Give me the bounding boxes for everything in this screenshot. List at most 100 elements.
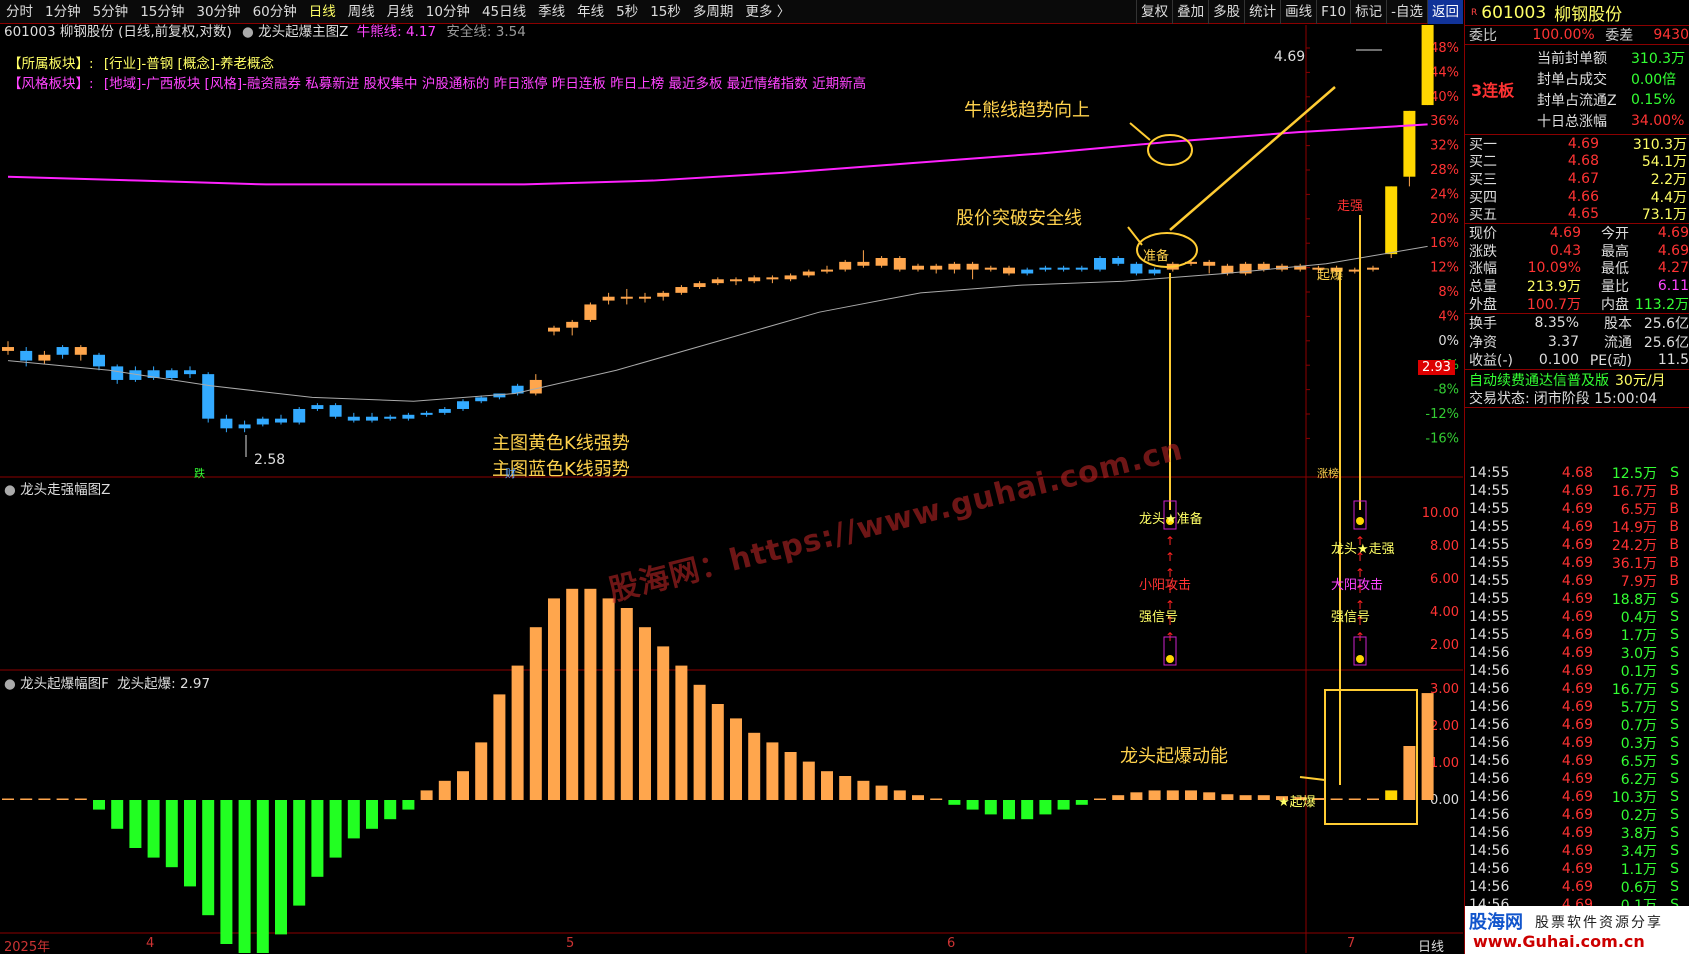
tick-volume: 0.2万 (1620, 808, 1657, 824)
burst-box (1324, 689, 1418, 825)
energy-bar (1130, 792, 1143, 800)
tick-direction: B (1669, 519, 1679, 535)
tick-direction: B (1669, 501, 1679, 517)
bid-row[interactable]: 买三 4.67 2.2万 (1465, 170, 1689, 188)
tick-price: 4.69 (1561, 771, 1593, 787)
candle-body (457, 401, 469, 409)
tool-button-0[interactable]: 复权 (1136, 0, 1172, 24)
event-mark-1[interactable]: 跌 (194, 465, 205, 481)
energy-bar (1185, 790, 1197, 800)
candle-body (1257, 263, 1270, 270)
tick-direction: S (1670, 789, 1679, 805)
event-mark-2[interactable]: 财 (505, 465, 516, 481)
weicha-value: 9430 (1653, 27, 1689, 43)
energy-bar (984, 800, 997, 815)
tick-list[interactable]: 14:55 4.68 12.5万 S 14:55 4.69 16.7万 B 14:55 4.69 6… (1465, 464, 1689, 914)
energy-bar (93, 800, 105, 810)
tick-price: 4.69 (1561, 591, 1593, 607)
tick-time: 14:55 (1469, 501, 1510, 517)
period-tab-15[interactable]: 多周期 (687, 0, 740, 24)
tick-volume: 6.5万 (1620, 502, 1657, 518)
sub2-collapse-icon[interactable]: ● (4, 676, 16, 692)
candle-body (784, 275, 797, 280)
candle-body (912, 265, 924, 270)
tool-button-5[interactable]: F10 (1316, 0, 1350, 24)
period-tab-13[interactable]: 5秒 (610, 0, 644, 24)
candle-body (293, 408, 306, 423)
tool-button-6[interactable]: 标记 (1350, 0, 1386, 24)
promo-price[interactable]: 30元/月 (1615, 370, 1666, 390)
period-tab-11[interactable]: 季线 (532, 0, 571, 24)
tick-price: 4.69 (1561, 879, 1593, 895)
breakout-arrow (1169, 86, 1336, 231)
safe-line-label: 安全线: (446, 24, 492, 40)
event-mark-3[interactable]: 涨榜 (1317, 465, 1339, 481)
tick-price: 4.69 (1561, 681, 1593, 697)
period-tab-0[interactable]: 分时 (0, 0, 39, 24)
sub2-header: ● 龙头起爆幅图F 龙头起爆: 2.97 (4, 672, 210, 692)
period-tab-9[interactable]: 10分钟 (420, 0, 476, 24)
tick-volume: 16.7万 (1611, 682, 1657, 698)
stock-title: 601003 柳钢股份 (日线,前复权,对数) (4, 24, 232, 40)
tick-row: 14:56 4.69 10.3万 S (1465, 788, 1689, 806)
energy-bar (748, 732, 761, 800)
candle-body (202, 374, 215, 419)
tick-volume: 1.7万 (1620, 628, 1657, 644)
seal-value: 34.00% (1631, 112, 1685, 129)
period-tab-14[interactable]: 15秒 (644, 0, 687, 24)
period-tab-7[interactable]: 周线 (342, 0, 381, 24)
tick-direction: B (1669, 537, 1679, 553)
bid-row[interactable]: 买四 4.66 4.4万 (1465, 188, 1689, 206)
tick-volume: 6.2万 (1620, 772, 1657, 788)
energy-bar (511, 665, 524, 800)
sub2-burst-text: ★起爆 (1278, 795, 1316, 810)
promo-text[interactable]: 自动续费通达信普及版 (1469, 370, 1609, 390)
collapse-icon[interactable]: ● (242, 24, 254, 40)
fund-label: 收益(-) (1469, 353, 1513, 370)
burst-tag: 起爆 (1317, 268, 1344, 283)
candle-body (584, 304, 597, 320)
bid-volume: 73.1万 (1641, 207, 1687, 224)
candle-body (529, 379, 542, 394)
kline-chart[interactable]: 48%44%40%36%32%28%24%20%16%12%8%4%0%-4%-… (0, 25, 1463, 953)
x-axis-period[interactable]: 日线 (1418, 936, 1444, 954)
main-axis-label: 16% (1430, 236, 1459, 251)
energy-bar (693, 684, 706, 800)
period-tab-3[interactable]: 15分钟 (134, 0, 190, 24)
tool-button-1[interactable]: 叠加 (1172, 0, 1208, 24)
energy-bar (366, 800, 378, 829)
period-tab-1[interactable]: 1分钟 (39, 0, 87, 24)
tool-button-2[interactable]: 多股 (1208, 0, 1244, 24)
candle-body (1385, 186, 1398, 255)
sub2-axis-label: 2.00 (1430, 719, 1459, 734)
energy-bar (475, 742, 488, 800)
tick-time: 14:56 (1469, 717, 1510, 733)
tool-button-3[interactable]: 统计 (1244, 0, 1280, 24)
period-tab-5[interactable]: 60分钟 (247, 0, 303, 24)
tick-price: 4.69 (1561, 843, 1593, 859)
period-tab-2[interactable]: 5分钟 (87, 0, 135, 24)
period-tab-4[interactable]: 30分钟 (190, 0, 246, 24)
promo-row[interactable]: 自动续费通达信普及版 30元/月 (1465, 370, 1689, 389)
period-tab-16[interactable]: 更多 〉 (739, 0, 796, 24)
tool-button-8[interactable]: 返回 (1427, 0, 1463, 24)
chart-area[interactable]: 48%44%40%36%32%28%24%20%16%12%8%4%0%-4%-… (0, 24, 1463, 954)
tick-row: 14:55 4.69 0.4万 S (1465, 608, 1689, 626)
tool-button-4[interactable]: 画线 (1280, 0, 1316, 24)
energy-bar (129, 800, 142, 848)
bid-row[interactable]: 买一 4.69 310.3万 (1465, 135, 1689, 153)
fund-stats: 换手 8.35% 股本 25.6亿 净资 3.37 流通 25.6亿 收益(-) 0.100 PE(… (1465, 314, 1689, 371)
tool-button-7[interactable]: -自选 (1386, 0, 1427, 24)
energy-bar (1039, 800, 1052, 815)
period-tab-8[interactable]: 月线 (381, 0, 420, 24)
period-tab-12[interactable]: 年线 (571, 0, 610, 24)
sub1-collapse-icon[interactable]: ● (4, 482, 16, 498)
period-tab-10[interactable]: 45日线 (476, 0, 532, 24)
bid-row[interactable]: 买五 4.65 73.1万 (1465, 205, 1689, 223)
sub2-title: 龙头起爆幅图F (20, 676, 109, 692)
energy-bar (948, 800, 961, 805)
tick-direction: S (1670, 825, 1679, 841)
fund-value: 8.35% (1534, 315, 1579, 332)
period-tab-6[interactable]: 日线 (303, 0, 342, 24)
bid-row[interactable]: 买二 4.68 54.1万 (1465, 153, 1689, 170)
